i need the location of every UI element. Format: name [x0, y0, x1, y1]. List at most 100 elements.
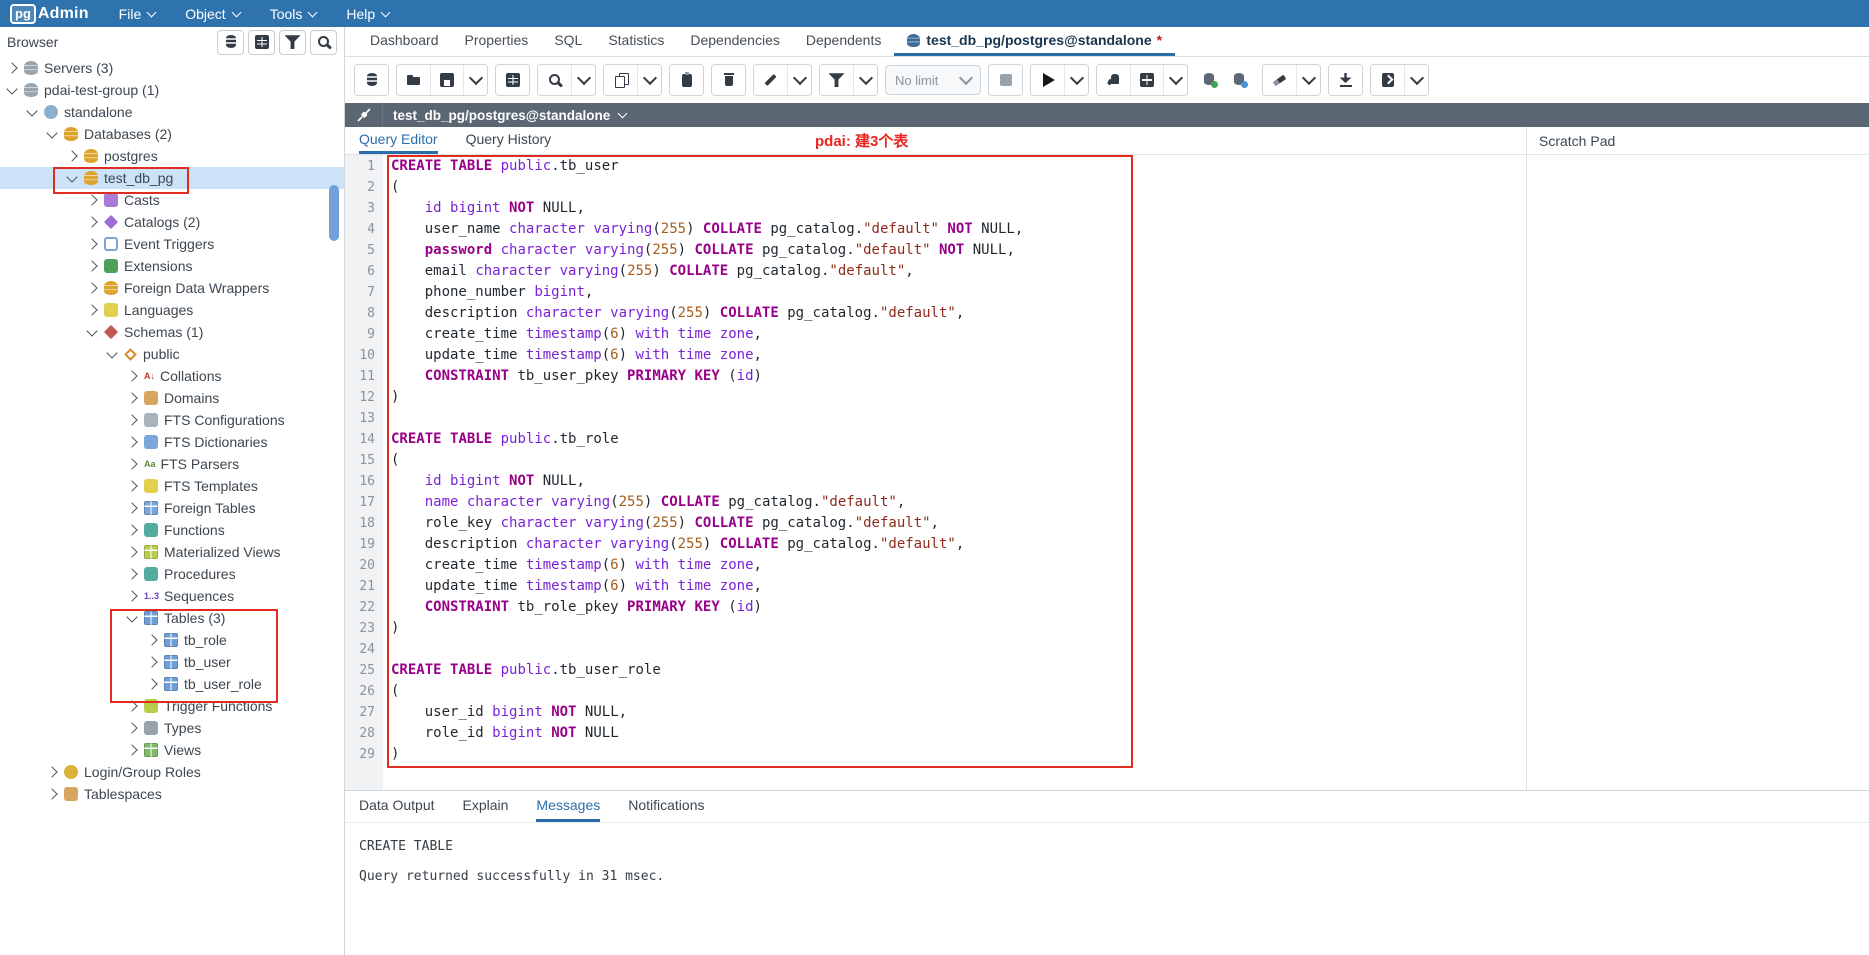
- chevron-right-icon[interactable]: [146, 634, 157, 645]
- browser-grid-button[interactable]: [248, 30, 275, 55]
- tab-dependents[interactable]: Dependents: [793, 27, 895, 56]
- tab-sql[interactable]: SQL: [541, 27, 595, 56]
- execute-options-button[interactable]: [1064, 65, 1088, 95]
- tree-item-foreign-data-wrappers[interactable]: Foreign Data Wrappers: [0, 277, 344, 299]
- find-button[interactable]: [538, 65, 571, 95]
- open-file-button[interactable]: [397, 65, 430, 95]
- tree-item-procedures[interactable]: Procedures: [0, 563, 344, 585]
- find-options-button[interactable]: [571, 65, 595, 95]
- chevron-right-icon[interactable]: [126, 722, 137, 733]
- chevron-right-icon[interactable]: [126, 502, 137, 513]
- tree-item-views[interactable]: Views: [0, 739, 344, 761]
- tree-item-catalogs-2[interactable]: Catalogs (2): [0, 211, 344, 233]
- tree-item-public[interactable]: public: [0, 343, 344, 365]
- menu-object[interactable]: Object: [185, 6, 239, 22]
- tree-item-languages[interactable]: Languages: [0, 299, 344, 321]
- tab-properties[interactable]: Properties: [452, 27, 542, 56]
- row-limit-select[interactable]: No limit: [885, 65, 981, 95]
- edit-grid-button[interactable]: [496, 65, 529, 95]
- tab-query-history[interactable]: Query History: [466, 127, 552, 154]
- clear-button[interactable]: [1263, 65, 1296, 95]
- tree-item-tb-role[interactable]: tb_role: [0, 629, 344, 651]
- tree-item-functions[interactable]: Functions: [0, 519, 344, 541]
- paste-button[interactable]: [670, 65, 703, 95]
- menu-tools[interactable]: Tools: [270, 6, 317, 22]
- browser-filter-button[interactable]: [279, 30, 306, 55]
- chevron-right-icon[interactable]: [86, 260, 97, 271]
- tree-item-materialized-views[interactable]: Materialized Views: [0, 541, 344, 563]
- chevron-right-icon[interactable]: [126, 568, 137, 579]
- chevron-right-icon[interactable]: [126, 590, 137, 601]
- save-file-button[interactable]: [430, 65, 463, 95]
- chevron-down-icon[interactable]: [126, 611, 137, 622]
- edit-options-button[interactable]: [787, 65, 811, 95]
- tab-explain[interactable]: Explain: [463, 791, 509, 822]
- tree-item-domains[interactable]: Domains: [0, 387, 344, 409]
- macros-button[interactable]: [1371, 65, 1404, 95]
- chevron-down-icon[interactable]: [46, 127, 57, 138]
- sql-editor[interactable]: 1234567891011121314151617181920212223242…: [345, 155, 1526, 790]
- chevron-right-icon[interactable]: [126, 458, 137, 469]
- tree-item-collations[interactable]: A↓Collations: [0, 365, 344, 387]
- clear-options-button[interactable]: [1296, 65, 1320, 95]
- chevron-right-icon[interactable]: [126, 546, 137, 557]
- rollback-button[interactable]: [1225, 65, 1255, 95]
- chevron-right-icon[interactable]: [126, 480, 137, 491]
- copy-button[interactable]: [604, 65, 637, 95]
- chevron-right-icon[interactable]: [126, 700, 137, 711]
- tree-item-event-triggers[interactable]: Event Triggers: [0, 233, 344, 255]
- chevron-right-icon[interactable]: [126, 392, 137, 403]
- chevron-right-icon[interactable]: [126, 414, 137, 425]
- explain-analyze-button[interactable]: [1130, 65, 1163, 95]
- chevron-down-icon[interactable]: [6, 83, 17, 94]
- cancel-query-button[interactable]: [989, 65, 1022, 95]
- tree-item-databases-2[interactable]: Databases (2): [0, 123, 344, 145]
- tree-item-tables-3[interactable]: Tables (3): [0, 607, 344, 629]
- tree-item-pdai-test-group-1[interactable]: pdai-test-group (1): [0, 79, 344, 101]
- execute-query-button[interactable]: [1031, 65, 1064, 95]
- copy-options-button[interactable]: [637, 65, 661, 95]
- sql-code[interactable]: CREATE TABLE public.tb_user( id bigint N…: [383, 155, 1526, 790]
- tree-item-standalone[interactable]: standalone: [0, 101, 344, 123]
- chevron-right-icon[interactable]: [146, 678, 157, 689]
- browser-search-button[interactable]: [310, 30, 337, 55]
- filter-options-button[interactable]: [853, 65, 877, 95]
- chevron-right-icon[interactable]: [86, 238, 97, 249]
- chevron-right-icon[interactable]: [126, 744, 137, 755]
- tab-dashboard[interactable]: Dashboard: [357, 27, 452, 56]
- tree-item-fts-templates[interactable]: FTS Templates: [0, 475, 344, 497]
- chevron-down-icon[interactable]: [86, 325, 97, 336]
- chevron-right-icon[interactable]: [146, 656, 157, 667]
- tree-item-trigger-functions[interactable]: Trigger Functions: [0, 695, 344, 717]
- tree-item-extensions[interactable]: Extensions: [0, 255, 344, 277]
- tab-notifications[interactable]: Notifications: [628, 791, 704, 822]
- explain-options-button[interactable]: [1163, 65, 1187, 95]
- save-options-button[interactable]: [463, 65, 487, 95]
- tree-item-postgres[interactable]: postgres: [0, 145, 344, 167]
- tab-data-output[interactable]: Data Output: [359, 791, 435, 822]
- macros-options-button[interactable]: [1404, 65, 1428, 95]
- tab-dependencies[interactable]: Dependencies: [677, 27, 793, 56]
- tree-item-test-db-pg[interactable]: test_db_pg: [0, 167, 344, 189]
- tree-item-fts-configurations[interactable]: FTS Configurations: [0, 409, 344, 431]
- chevron-right-icon[interactable]: [86, 282, 97, 293]
- tab-statistics[interactable]: Statistics: [595, 27, 677, 56]
- tree-item-tablespaces[interactable]: Tablespaces: [0, 783, 344, 805]
- chevron-right-icon[interactable]: [126, 370, 137, 381]
- connection-dropdown-icon[interactable]: [618, 109, 628, 119]
- commit-button[interactable]: [1195, 65, 1225, 95]
- chevron-right-icon[interactable]: [86, 216, 97, 227]
- db-connection-button[interactable]: [355, 65, 388, 95]
- download-results-button[interactable]: [1329, 65, 1362, 95]
- tree-item-casts[interactable]: Casts: [0, 189, 344, 211]
- chevron-right-icon[interactable]: [126, 436, 137, 447]
- tab-query-tool[interactable]: test_db_pg/postgres@standalone*: [894, 27, 1175, 56]
- tree-item-tb-user[interactable]: tb_user: [0, 651, 344, 673]
- chevron-down-icon[interactable]: [106, 347, 117, 358]
- tree-item-sequences[interactable]: 1..3Sequences: [0, 585, 344, 607]
- chevron-right-icon[interactable]: [66, 150, 77, 161]
- chevron-right-icon[interactable]: [86, 304, 97, 315]
- chevron-right-icon[interactable]: [46, 788, 57, 799]
- edit-button[interactable]: [754, 65, 787, 95]
- tab-query-editor[interactable]: Query Editor: [359, 127, 438, 154]
